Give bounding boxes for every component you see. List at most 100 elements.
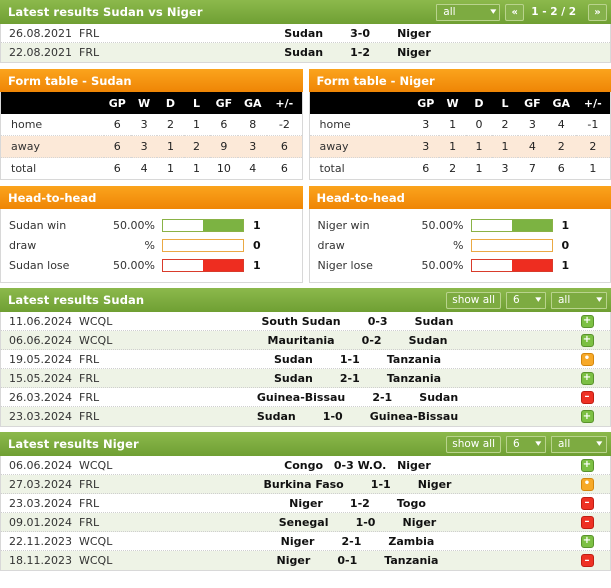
form-cell-d: 1 <box>166 162 174 175</box>
form-table-row: total 6 2 1 3 7 6 1 <box>310 158 611 180</box>
form-col-gf: GF <box>209 92 239 114</box>
form-cell-w: 1 <box>439 114 466 136</box>
form-tables-row: Form table - Sudan GP W D L GF GA +/- ho… <box>0 69 611 180</box>
results-filter-value: all <box>558 438 571 450</box>
head-to-head-header-sudan: Head-to-head <box>0 186 303 209</box>
match-score: 1-2 <box>350 46 371 59</box>
form-table-header-row: GP W D L GF GA +/- <box>1 92 302 114</box>
table-row[interactable]: 06.06.2024 WCQL Congo 0-3 W.O. Niger + <box>1 456 610 475</box>
match-date: 23.03.2024 <box>9 496 72 510</box>
outcome-cell: + <box>564 333 610 347</box>
results-count-value: 6 <box>513 294 520 306</box>
table-row[interactable]: 23.03.2024 FRL Niger 1-2 Togo – <box>1 494 610 513</box>
home-team-name: Guinea-Bissau <box>256 390 346 404</box>
table-row[interactable]: 26.08.2021 FRL Sudan 3-0 Niger <box>1 24 610 43</box>
table-row[interactable]: 09.01.2024 FRL Senegal 1-0 Niger – <box>1 513 610 532</box>
minus-badge-icon[interactable]: – <box>580 554 594 567</box>
results-filter-select-sudan[interactable]: all ▾ <box>551 291 607 309</box>
form-table-sudan: GP W D L GF GA +/- home 6 3 2 1 6 8 -2 away 6 3 1 2 9… <box>1 92 302 179</box>
table-row[interactable]: 22.11.2023 WCQL Niger 2-1 Zambia + <box>1 532 610 551</box>
show-all-button-sudan[interactable]: show all <box>446 291 501 309</box>
table-row[interactable]: 22.08.2021 FRL Sudan 1-2 Niger <box>1 43 610 62</box>
head-to-head-title-sudan: Head-to-head <box>8 190 97 205</box>
table-row[interactable]: 26.03.2024 FRL Guinea-Bissau 2-1 Sudan – <box>1 388 610 407</box>
home-team-name: Niger <box>276 554 311 567</box>
table-row[interactable]: 15.05.2024 FRL Sudan 2-1 Tanzania + <box>1 369 610 388</box>
results-filter-select-niger[interactable]: all ▾ <box>551 435 607 453</box>
plus-badge-icon[interactable]: + <box>580 314 594 328</box>
form-col-diff: +/- <box>575 92 610 114</box>
form-row-label: away <box>309 135 413 158</box>
latest-results-list-sudan: 11.06.2024 WCQL South Sudan 0-3 Sudan +06.06.… <box>0 312 611 427</box>
dot-badge-icon[interactable]: • <box>580 477 594 491</box>
chevron-down-icon: ▾ <box>596 438 603 449</box>
form-cell-gf: 6 <box>209 114 239 136</box>
match-competition: WCQL <box>79 534 113 548</box>
form-cell-ga: 4 <box>249 162 257 175</box>
form-cell-gp: 6 <box>103 114 131 136</box>
table-row[interactable]: 27.03.2024 FRL Burkina Faso 1-1 Niger • <box>1 475 610 494</box>
match-score: 1-1 <box>370 477 391 491</box>
form-cell-w: 1 <box>439 135 466 158</box>
plus-badge-icon[interactable]: + <box>580 534 594 548</box>
results-count-select-niger[interactable]: 6 ▾ <box>506 435 546 453</box>
head-to-head-count: 0 <box>561 238 570 252</box>
pagination-prev-button[interactable]: « <box>505 3 525 21</box>
minus-badge-icon[interactable]: – <box>580 515 594 529</box>
outcome-cell: + <box>564 371 610 385</box>
home-team-name: Sudan <box>284 26 324 40</box>
form-cell-l: 2 <box>492 114 519 136</box>
match-competition: FRL <box>79 410 100 423</box>
home-team-name: Congo <box>284 458 324 472</box>
plus-badge-icon[interactable]: + <box>580 410 594 423</box>
match-score: 0-1 <box>337 554 358 567</box>
form-col-w: W <box>130 92 158 114</box>
table-row[interactable]: 18.11.2023 WCQL Niger 0-1 Tanzania – <box>1 551 610 570</box>
table-row[interactable]: 11.06.2024 WCQL South Sudan 0-3 Sudan + <box>1 312 610 331</box>
h2h-results-filter-select[interactable]: all ▾ <box>436 3 501 21</box>
pagination-next-button[interactable]: » <box>588 3 607 21</box>
form-cell-ga: 8 <box>238 114 268 136</box>
table-row[interactable]: 23.03.2024 FRL Sudan 1-0 Guinea-Bissau + <box>1 407 610 426</box>
head-to-head-panel-niger: Niger win 50.00% 1 draw% 0 Niger lose 50.00% 1 <box>308 209 611 283</box>
match-competition: FRL <box>79 46 100 59</box>
chevron-down-icon: ▾ <box>535 438 542 449</box>
match-score: 2-1 <box>339 371 360 385</box>
dot-badge-icon[interactable]: • <box>580 352 594 366</box>
match-score: 1-1 <box>339 352 360 366</box>
form-table-row: away 3 1 1 1 4 2 2 <box>309 135 610 158</box>
head-to-head-percent: % <box>453 238 464 252</box>
form-col-label <box>309 92 413 114</box>
show-all-label: show all <box>452 438 495 450</box>
table-row[interactable]: 06.06.2024 WCQL Mauritania 0-2 Sudan + <box>1 331 610 350</box>
table-row[interactable]: 19.05.2024 FRL Sudan 1-1 Tanzania • <box>1 350 610 369</box>
plus-badge-icon[interactable]: + <box>580 458 594 472</box>
head-to-head-row: Niger lose 50.00% 1 <box>318 255 603 275</box>
form-row-label: home <box>309 114 413 136</box>
head-to-head-block-niger: Head-to-head Niger win 50.00% 1 draw% 0 Niger… <box>308 186 611 283</box>
match-competition: WCQL <box>79 554 113 567</box>
away-team-name: Niger <box>402 515 437 529</box>
minus-badge-icon[interactable]: – <box>580 390 594 404</box>
away-team-name: Niger <box>397 26 431 40</box>
plus-badge-icon[interactable]: + <box>580 371 594 385</box>
form-table-row: away 6 3 1 2 9 3 6 <box>1 135 302 158</box>
plus-badge-icon[interactable]: + <box>580 333 594 347</box>
form-cell-gf: 3 <box>518 114 547 136</box>
match-score: 1-0 <box>322 410 343 423</box>
results-count-select-sudan[interactable]: 6 ▾ <box>506 291 546 309</box>
form-cell-w: 3 <box>130 135 158 158</box>
form-cell-ga: 4 <box>546 114 576 136</box>
form-col-ga: GA <box>546 92 576 114</box>
minus-badge-icon[interactable]: – <box>580 496 594 510</box>
match-score: 1-0 <box>355 515 376 529</box>
form-cell-d: 1 <box>465 135 493 158</box>
head-to-head-count: 1 <box>561 258 570 272</box>
form-table-block-niger: Form table - Niger GP W D L GF GA +/- ho… <box>308 69 611 180</box>
match-competition: FRL <box>79 515 100 529</box>
match-competition: FRL <box>79 477 100 491</box>
head-to-head-label: draw <box>9 238 37 252</box>
head-to-head-count: 0 <box>253 238 261 252</box>
show-all-button-niger[interactable]: show all <box>446 435 501 453</box>
form-table-row: home 3 1 0 2 3 4 -1 <box>309 114 610 136</box>
